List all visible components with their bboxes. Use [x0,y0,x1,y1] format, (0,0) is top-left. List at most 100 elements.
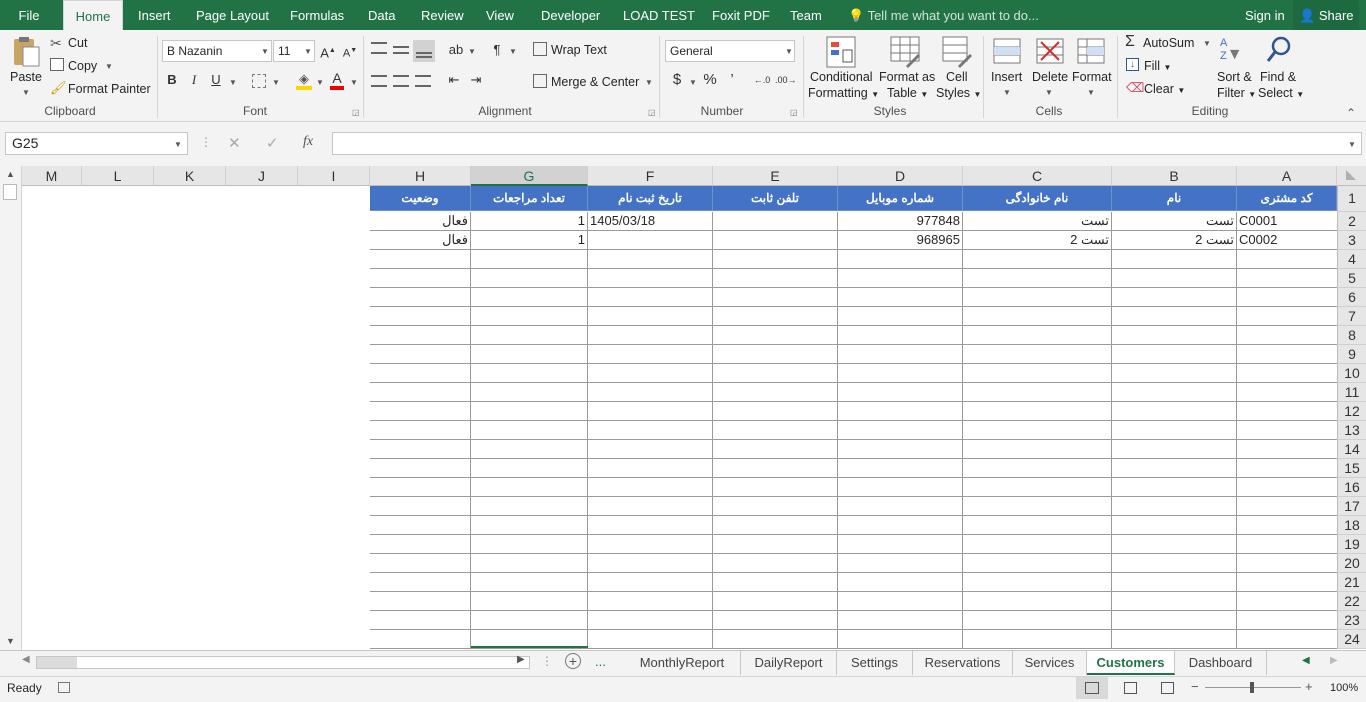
number-format-dropdown[interactable]: General [665,40,795,62]
cell-g13[interactable] [471,421,588,440]
cell-h24[interactable] [370,630,471,649]
cell-e10[interactable] [713,364,838,383]
chevron-down-icon[interactable]: ▼ [1045,88,1053,97]
cell-b23[interactable] [1112,611,1237,630]
cell-g5[interactable] [471,269,588,288]
cell-b15[interactable] [1112,459,1237,478]
cell-g9[interactable] [471,345,588,364]
percent-button[interactable]: % [700,70,720,90]
header-cell-c[interactable]: نام خانوادگی [963,186,1112,211]
chevron-down-icon[interactable]: ▼ [509,47,517,56]
tab-insert[interactable]: Insert [138,0,171,30]
row-header[interactable]: 20 [1337,554,1366,573]
row-header[interactable]: 23 [1337,611,1366,630]
cell-h17[interactable] [370,497,471,516]
cell-e11[interactable] [713,383,838,402]
scroll-right-icon[interactable]: ▶ [517,654,525,665]
column-header-a[interactable]: A [1237,166,1337,186]
cell-d7[interactable] [838,307,963,326]
cell-e14[interactable] [713,440,838,459]
cell-b6[interactable] [1112,288,1237,307]
increase-decimal-icon[interactable]: ←.0 [752,70,772,90]
tab-review[interactable]: Review [421,0,464,30]
conditional-formatting-button[interactable]: Conditional [810,70,873,84]
increase-font-icon[interactable]: A▲ [318,41,338,61]
align-right-icon[interactable] [415,75,431,87]
cell-h9[interactable] [370,345,471,364]
column-header-m[interactable]: M [22,166,82,186]
tab-scroll-left-icon[interactable]: ◀ [1302,655,1310,666]
cell-b17[interactable] [1112,497,1237,516]
cell-b8[interactable] [1112,326,1237,345]
cell-a19[interactable] [1237,535,1337,554]
cell-h18[interactable] [370,516,471,535]
name-box[interactable]: G25 [5,132,188,155]
h-scroll-thumb[interactable] [37,657,77,668]
cell-f21[interactable] [588,573,713,592]
cell-d19[interactable] [838,535,963,554]
cell-e18[interactable] [713,516,838,535]
decrease-indent-icon[interactable]: ⇤ [444,70,464,90]
sheet-tab-services[interactable]: Services [1013,651,1087,675]
cell-h15[interactable] [370,459,471,478]
add-sheet-icon[interactable]: + [565,653,581,669]
cell-c3[interactable]: تست 2 [963,231,1112,250]
vertical-scrollbar[interactable]: ▲ ▼ [0,166,22,650]
cell-e23[interactable] [713,611,838,630]
cell-h22[interactable] [370,592,471,611]
cell-c7[interactable] [963,307,1112,326]
cell-b21[interactable] [1112,573,1237,592]
row-header[interactable]: 15 [1337,459,1366,478]
cell-a2[interactable]: C0001 [1237,212,1337,231]
cell-e21[interactable] [713,573,838,592]
cell-e12[interactable] [713,402,838,421]
cell-g23[interactable] [471,611,588,630]
cell-e8[interactable] [713,326,838,345]
cell-b20[interactable] [1112,554,1237,573]
cell-c6[interactable] [963,288,1112,307]
chevron-down-icon[interactable]: ▼ [645,78,653,87]
row-header[interactable]: 10 [1337,364,1366,383]
cell-a10[interactable] [1237,364,1337,383]
cell-b11[interactable] [1112,383,1237,402]
cell-b10[interactable] [1112,364,1237,383]
cell-e20[interactable] [713,554,838,573]
row-header[interactable]: 1 [1337,186,1366,212]
cell-b12[interactable] [1112,402,1237,421]
column-header-k[interactable]: K [154,166,226,186]
cell-a21[interactable] [1237,573,1337,592]
cell-f2[interactable]: 1405/03/18 [588,212,713,231]
cell-d15[interactable] [838,459,963,478]
cell-d8[interactable] [838,326,963,345]
cell-d6[interactable] [838,288,963,307]
cell-b13[interactable] [1112,421,1237,440]
column-header-h[interactable]: H [370,166,471,186]
cell-h14[interactable] [370,440,471,459]
cell-c16[interactable] [963,478,1112,497]
header-cell-a[interactable]: کد مشتری [1237,186,1337,211]
cell-f17[interactable] [588,497,713,516]
cell-c14[interactable] [963,440,1112,459]
tab-load-test[interactable]: LOAD TEST [623,0,695,30]
normal-view-button[interactable] [1076,677,1108,699]
insert-function-icon[interactable]: fx [303,134,313,150]
tab-scroll-right-icon[interactable]: ▶ [1330,655,1338,666]
comma-style-button[interactable]: ’ [722,70,742,90]
cell-f23[interactable] [588,611,713,630]
header-cell-h[interactable]: وضعیت [370,186,471,211]
sort-filter-button[interactable]: Sort & [1217,70,1252,84]
chevron-down-icon[interactable]: ▼ [350,78,358,87]
cell-b14[interactable] [1112,440,1237,459]
cell-g15[interactable] [471,459,588,478]
cell-f14[interactable] [588,440,713,459]
cell-c22[interactable] [963,592,1112,611]
chevron-down-icon[interactable]: ▼ [105,62,113,71]
cell-e16[interactable] [713,478,838,497]
sheet-tab-dailyreport[interactable]: DailyReport [741,651,837,675]
cell-a24[interactable] [1237,630,1337,649]
cell-g10[interactable] [471,364,588,383]
tab-formulas[interactable]: Formulas [290,0,344,30]
chevron-down-icon[interactable]: ▼ [468,47,476,56]
cell-a16[interactable] [1237,478,1337,497]
cell-a3[interactable]: C0002 [1237,231,1337,250]
